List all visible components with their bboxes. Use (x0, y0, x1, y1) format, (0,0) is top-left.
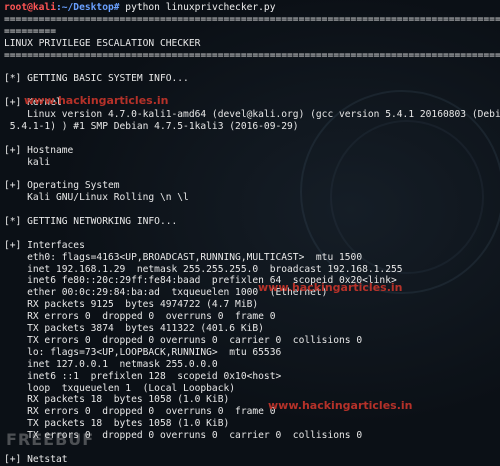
terminal-line: LINUX PRIVILEGE ESCALATION CHECKER (4, 37, 201, 49)
terminal-line: 5.4.1-1) ) #1 SMP Debian 4.7.5-1kali3 (2… (4, 120, 299, 132)
terminal-line: inet 192.168.1.29 netmask 255.255.255.0 … (4, 263, 403, 275)
terminal-line: RX packets 18 bytes 1058 (1.0 KiB) (4, 394, 230, 406)
terminal-line: RX errors 0 dropped 0 overruns 0 frame 0 (4, 311, 276, 323)
terminal-line: inet6 ::1 prefixlen 128 scopeid 0x10<hos… (4, 370, 282, 382)
output-lines: ========================================… (4, 14, 500, 466)
prompt-user-host: root@kali (4, 2, 56, 13)
terminal-line: Kali GNU/Linux Rolling \n \l (4, 192, 189, 204)
terminal-line: RX errors 0 dropped 0 overruns 0 frame 0 (4, 406, 276, 418)
terminal-line: inet6 fe80::20c:29ff:fe84:baad prefixlen… (4, 275, 397, 287)
terminal-line: [+] Netstat (4, 453, 68, 465)
terminal-line: ========================================… (4, 49, 500, 61)
command-prompt-line: root@kali:~/Desktop# python linuxprivche… (4, 2, 500, 14)
terminal-line: ========================================… (4, 13, 500, 25)
terminal-window[interactable]: root@kali:~/Desktop# python linuxprivche… (0, 0, 500, 466)
terminal-line: [+] Interfaces (4, 239, 85, 251)
terminal-line: ========= (4, 25, 56, 37)
prompt-command: python linuxprivchecker.py (119, 2, 276, 13)
terminal-line: inet 127.0.0.1 netmask 255.0.0.0 (4, 358, 218, 370)
terminal-line: ether 00:0c:29:84:ba:ad txqueuelen 1000 … (4, 287, 328, 299)
terminal-line: [+] Kernel (4, 97, 62, 109)
terminal-line: TX errors 0 dropped 0 overruns 0 carrier… (4, 430, 363, 442)
terminal-line: TX packets 3874 bytes 411322 (401.6 KiB) (4, 323, 264, 335)
terminal-line: eth0: flags=4163<UP,BROADCAST,RUNNING,MU… (4, 251, 363, 263)
terminal-line: TX packets 18 bytes 1058 (1.0 KiB) (4, 418, 230, 430)
terminal-line: kali (4, 156, 51, 168)
terminal-line: [*] GETTING NETWORKING INFO... (4, 216, 178, 228)
terminal-line: Linux version 4.7.0-kali1-amd64 (devel@k… (4, 109, 500, 121)
terminal-line: [+] Operating System (4, 180, 120, 192)
prompt-path: :~/Desktop# (55, 2, 120, 13)
terminal-output: root@kali:~/Desktop# python linuxprivche… (4, 2, 500, 466)
terminal-line: [*] GETTING BASIC SYSTEM INFO... (4, 73, 189, 85)
terminal-line: loop txqueuelen 1 (Local Loopback) (4, 382, 236, 394)
terminal-line: [+] Hostname (4, 144, 74, 156)
terminal-line: RX packets 9125 bytes 4974722 (4.7 MiB) (4, 299, 259, 311)
terminal-line: lo: flags=73<UP,LOOPBACK,RUNNING> mtu 65… (4, 346, 282, 358)
terminal-line: TX errors 0 dropped 0 overruns 0 carrier… (4, 334, 363, 346)
